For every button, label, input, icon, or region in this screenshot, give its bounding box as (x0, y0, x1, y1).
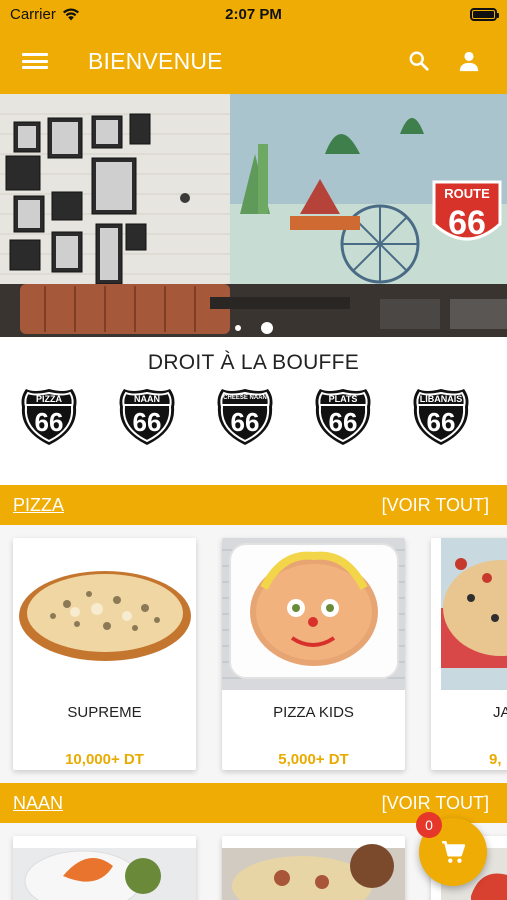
category-number: 66 (427, 407, 456, 437)
category-shield-naan[interactable]: NAAN 66 (118, 387, 176, 447)
menu-button[interactable] (22, 51, 48, 71)
header: Carrier 2:07 PM BIENVENUE (0, 0, 507, 94)
category-label: CHEESE NAAN (223, 395, 267, 401)
menu-icon-line (22, 53, 48, 56)
category-label: PLATS (329, 394, 358, 404)
product-card-naan-1[interactable] (13, 836, 196, 900)
category-shield-plats[interactable]: PLATS 66 (314, 387, 372, 447)
route-66-shield-icon: PIZZA 66 (21, 389, 77, 445)
product-card-naan-2[interactable] (222, 836, 405, 900)
carousel-indicator (0, 322, 507, 334)
section-header-pizza: PIZZA [VOIR TOUT] (0, 485, 507, 525)
carousel-dot-active[interactable] (260, 322, 273, 334)
category-list: PIZZA 66 NAAN 66 CHEESE NAAN 66 PLATS 66 LIBANAI… (0, 375, 507, 447)
product-image (431, 538, 507, 690)
wifi-icon (62, 8, 79, 20)
cart-count-badge: 0 (416, 812, 442, 838)
product-name: SUPREME (67, 704, 142, 721)
status-bar: Carrier 2:07 PM (0, 0, 507, 28)
see-all-naan-link[interactable]: [VOIR TOUT] (382, 793, 489, 814)
menu-icon-line (22, 59, 48, 63)
carousel-dot[interactable] (234, 325, 241, 331)
cart-icon (442, 840, 466, 863)
product-card-partial[interactable]: JA 9, (431, 538, 507, 770)
category-label: LIBANAIS (420, 394, 463, 404)
page-title: BIENVENUE (88, 47, 223, 74)
product-card-pizza-kids[interactable]: PIZZA KIDS 5,000+ DT (222, 538, 405, 770)
route-sign-text: ROUTE (444, 186, 490, 201)
route-66-shield-icon: PLATS 66 (315, 389, 371, 445)
route-66-shield-icon: NAAN 66 (119, 389, 175, 445)
search-button[interactable] (401, 43, 437, 79)
hero-carousel[interactable]: ROUTE 66 (0, 94, 507, 337)
menu-icon-line (22, 66, 48, 69)
category-shield-pizza[interactable]: PIZZA 66 (20, 387, 78, 447)
app-bar: BIENVENUE (0, 28, 507, 94)
route-66-shield-icon: CHEESE NAAN 66 (217, 389, 273, 445)
restaurant-photo: ROUTE 66 (0, 94, 507, 337)
product-card-supreme[interactable]: SUPREME 10,000+ DT (13, 538, 196, 770)
pizza-product-list[interactable]: SUPREME 10,000+ DT PIZZA KIDS 5,000+ DT … (0, 525, 507, 783)
naan-image (222, 844, 405, 900)
product-image (222, 538, 405, 690)
category-section: DROIT À LA BOUFFE PIZZA 66 NAAN 66 CHEESE NA… (0, 337, 507, 485)
product-price: 5,000+ DT (278, 751, 349, 768)
category-label: NAAN (134, 394, 160, 404)
category-number: 66 (231, 407, 260, 437)
naan-image (13, 848, 196, 900)
search-icon (409, 51, 429, 71)
app-screen: Carrier 2:07 PM BIENVENUE ROUTE 66 DROIT… (0, 0, 507, 900)
user-icon (459, 51, 479, 72)
product-name: JA (493, 704, 507, 721)
product-name: PIZZA KIDS (273, 704, 354, 721)
see-all-pizza-link[interactable]: [VOIR TOUT] (382, 495, 489, 516)
section-title-pizza[interactable]: PIZZA (13, 495, 64, 516)
section-title-naan[interactable]: NAAN (13, 793, 63, 814)
pizza-supreme-image (18, 571, 191, 661)
category-shield-libanais[interactable]: LIBANAIS 66 (412, 387, 470, 447)
carrier-label: Carrier (10, 5, 56, 23)
pizza-kids-image (222, 538, 405, 690)
category-shield-cheese-naan[interactable]: CHEESE NAAN 66 (216, 387, 274, 447)
route-sign-number: 66 (448, 204, 486, 242)
category-number: 66 (133, 407, 162, 437)
category-number: 66 (329, 407, 358, 437)
category-heading: DROIT À LA BOUFFE (147, 351, 360, 374)
product-price: 9, (489, 751, 502, 768)
category-label: PIZZA (36, 394, 62, 404)
battery-icon (470, 7, 499, 21)
category-number: 66 (35, 407, 64, 437)
product-price: 10,000+ DT (65, 751, 144, 768)
profile-button[interactable] (451, 43, 487, 79)
product-image (13, 538, 196, 690)
route-66-shield-icon: LIBANAIS 66 (413, 389, 469, 445)
pizza-partial-image (441, 538, 507, 690)
